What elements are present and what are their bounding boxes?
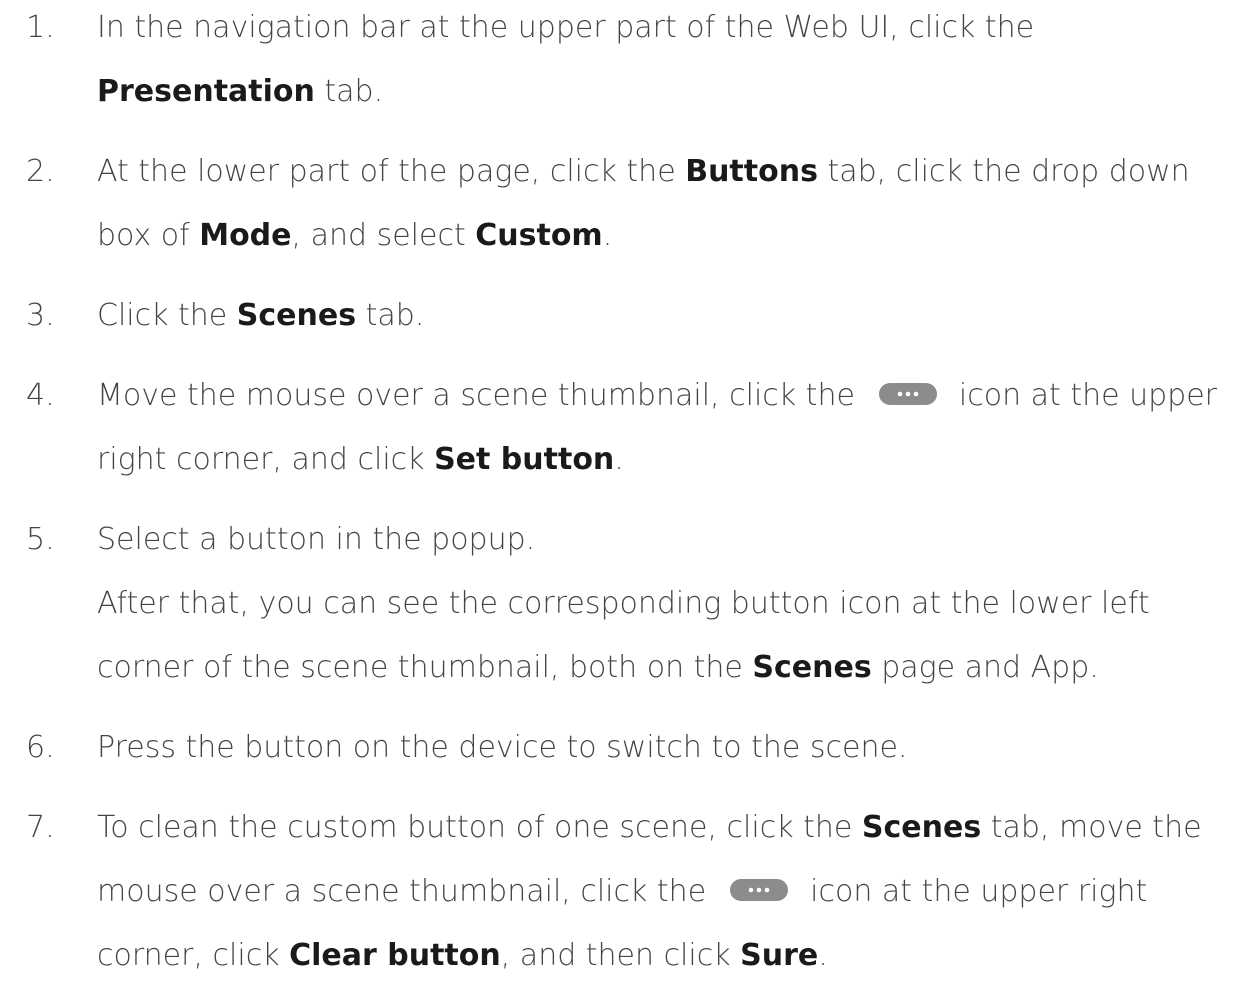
step-number: 4. [26, 378, 55, 413]
step-text: Select a button in the popup. After that… [97, 522, 1150, 685]
ui-term-buttons: Buttons [685, 154, 818, 189]
ui-term-set-button: Set button [434, 442, 615, 477]
step-number: 2. [26, 154, 55, 189]
step-text: At the lower part of the page, click the… [97, 154, 1190, 253]
step-text: Press the button on the device to switch… [97, 730, 908, 765]
ui-term-presentation: Presentation [97, 74, 315, 109]
step-text: Move the mouse over a scene thumbnail, c… [97, 378, 1217, 477]
ui-term-scenes: Scenes [752, 650, 872, 685]
step-number: 6. [26, 730, 55, 765]
ui-term-scenes: Scenes [236, 298, 357, 333]
more-horizontal-icon [730, 878, 789, 901]
more-horizontal-icon [878, 382, 937, 405]
step-number: 3. [26, 298, 55, 333]
step-text: To clean the custom button of one scene,… [97, 810, 1202, 973]
step-number: 5. [26, 522, 55, 557]
ui-term-scenes: Scenes [861, 810, 982, 845]
ui-term-clear-button: Clear button [289, 938, 501, 973]
step-number: 1. [26, 10, 55, 45]
instruction-steps: 1. In the navigation bar at the upper pa… [0, 0, 1243, 974]
ui-term-custom: Custom [475, 218, 603, 253]
step-text: In the navigation bar at the upper part … [97, 10, 1035, 109]
step-text: Click the Scenes tab. [97, 298, 425, 333]
ui-term-mode: Mode [199, 218, 292, 253]
ui-term-sure: Sure [740, 938, 819, 973]
step-number: 7. [26, 810, 55, 845]
